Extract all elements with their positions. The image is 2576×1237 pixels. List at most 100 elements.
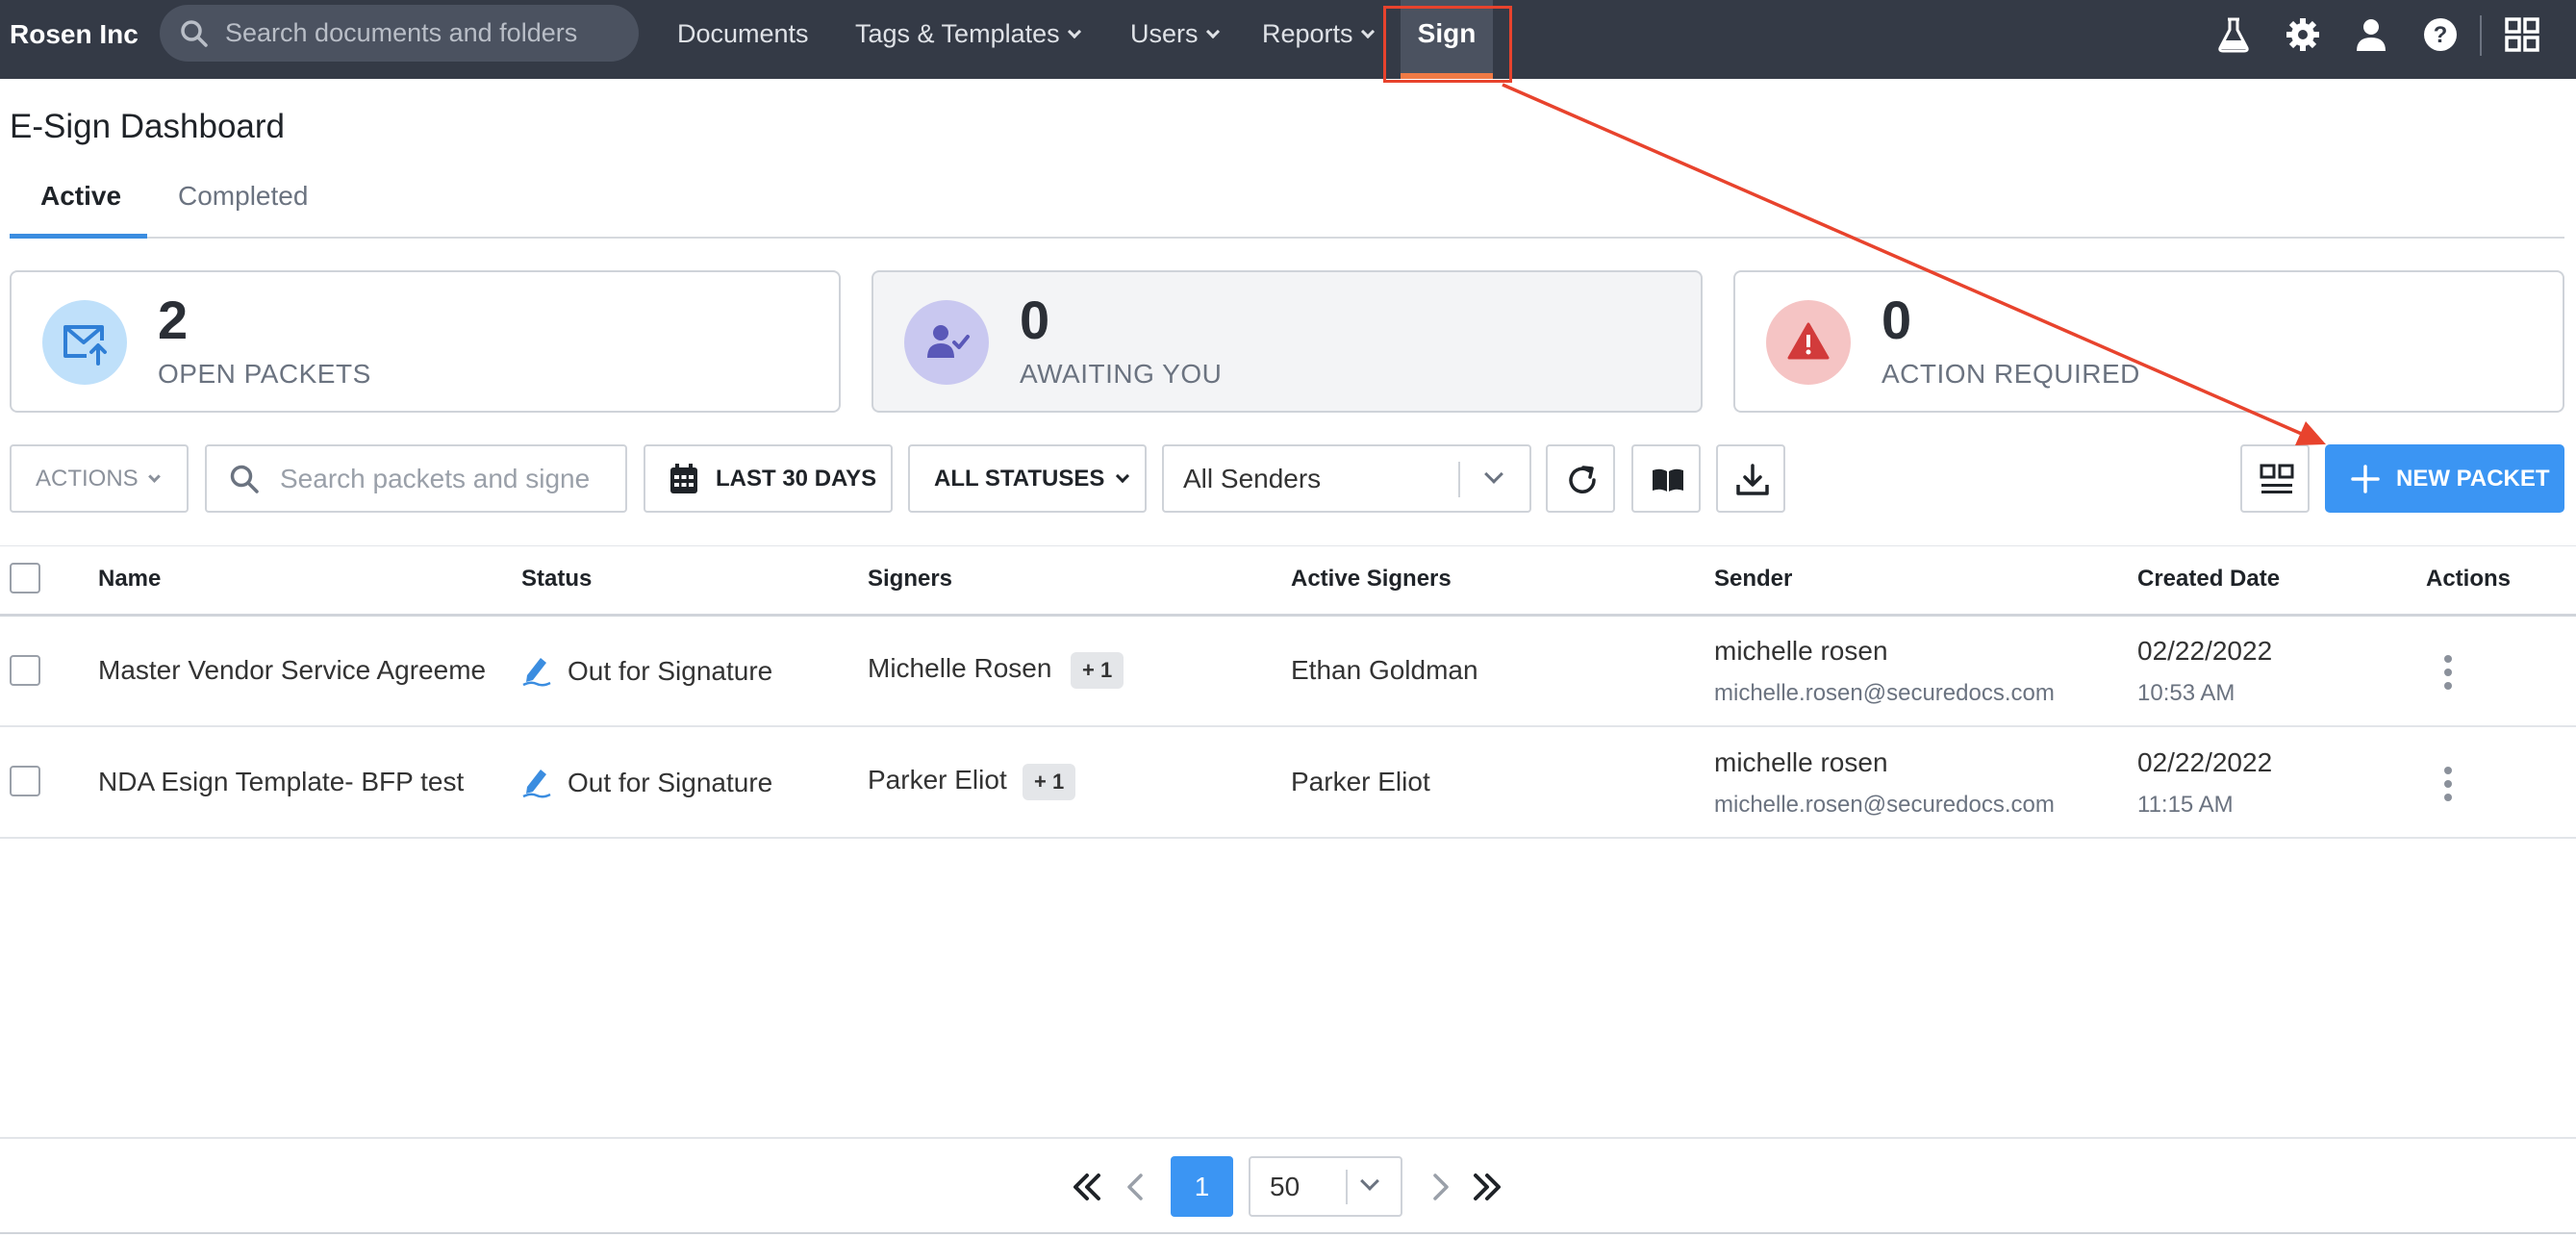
nav-divider [2480, 15, 2482, 56]
tab-active-indicator [10, 234, 147, 239]
calendar-icon [670, 464, 697, 493]
tab-completed[interactable]: Completed [178, 181, 308, 212]
row-actions-kebab-icon[interactable] [2444, 767, 2454, 805]
chevron-down-icon [1116, 468, 1130, 484]
new-packet-button[interactable]: NEW PACKET [2325, 444, 2564, 513]
extra-signers-badge[interactable]: + 1 [1071, 652, 1124, 689]
nav-users[interactable]: Users [1130, 0, 1220, 69]
open-packets-card[interactable]: 2 OPEN PACKETS [10, 270, 841, 413]
chevron-down-icon [147, 470, 161, 483]
active-signer-name: Parker Eliot [1291, 767, 1430, 796]
sender-name: michelle rosen [1714, 636, 1888, 666]
active-signer-name: Ethan Goldman [1291, 655, 1478, 685]
first-page-icon[interactable] [1068, 1168, 1106, 1206]
created-date: 02/22/2022 [2137, 747, 2273, 777]
last-page-icon[interactable] [1468, 1168, 1506, 1206]
help-icon[interactable]: ? [2421, 15, 2460, 54]
select-all-checkbox[interactable] [10, 563, 40, 593]
packet-status: Out for Signature [568, 656, 773, 686]
global-search-placeholder: Search documents and folders [225, 18, 578, 47]
plus-icon [2351, 465, 2380, 493]
awaiting-you-card[interactable]: 0 AWAITING YOU [871, 270, 1703, 413]
packet-name[interactable]: Master Vendor Service Agreeme [98, 655, 486, 686]
page-size-select[interactable]: 50 [1249, 1156, 1402, 1217]
chevron-down-icon [1067, 24, 1081, 39]
row-divider [0, 837, 2576, 839]
next-page-icon[interactable] [1422, 1168, 1460, 1206]
sender-email: michelle.rosen@securedocs.com [1714, 680, 2055, 706]
nav-tags-templates[interactable]: Tags & Templates [855, 0, 1081, 69]
refresh-button[interactable] [1546, 444, 1615, 513]
chevron-down-icon [1360, 1172, 1379, 1191]
action-required-label: ACTION REQUIRED [1881, 359, 2140, 389]
sender-filter-value: All Senders [1183, 464, 1322, 493]
annotation-highlight-box [1383, 6, 1512, 83]
packet-name[interactable]: NDA Esign Template- BFP test [98, 767, 464, 797]
open-packets-count: 2 [158, 290, 189, 350]
action-required-count: 0 [1881, 290, 1912, 350]
tab-active[interactable]: Active [40, 181, 121, 212]
awaiting-you-icon-circle [904, 300, 989, 385]
previous-page-icon[interactable] [1116, 1168, 1154, 1206]
column-header-sender[interactable]: Sender [1714, 566, 1792, 593]
current-page-button[interactable]: 1 [1171, 1156, 1233, 1217]
status-filter-dropdown[interactable]: ALL STATUSES [908, 444, 1147, 513]
packet-status: Out for Signature [568, 768, 773, 797]
sender-name: michelle rosen [1714, 747, 1888, 777]
nav-documents[interactable]: Documents [677, 0, 809, 69]
chevron-down-icon [1484, 465, 1503, 484]
row-checkbox[interactable] [10, 766, 40, 796]
awaiting-you-count: 0 [1020, 290, 1050, 350]
created-time: 11:15 AM [2137, 792, 2234, 818]
column-header-active-signers[interactable]: Active Signers [1291, 566, 1452, 593]
gear-icon[interactable] [2284, 15, 2322, 54]
search-icon [181, 20, 208, 47]
packet-search-box[interactable] [205, 444, 627, 513]
chevron-down-icon [1360, 24, 1375, 39]
nav-reports[interactable]: Reports [1262, 0, 1375, 69]
nav-tags-templates-label: Tags & Templates [855, 19, 1060, 48]
date-range-label: LAST 30 DAYS [716, 466, 877, 492]
brand-name[interactable]: Rosen Inc [10, 0, 139, 69]
column-header-created-date[interactable]: Created Date [2137, 566, 2280, 593]
flask-icon[interactable] [2214, 15, 2253, 54]
view-toggle-button[interactable] [2240, 444, 2310, 513]
column-header-status[interactable]: Status [521, 566, 592, 593]
column-header-name[interactable]: Name [98, 566, 161, 593]
row-actions-kebab-icon[interactable] [2444, 655, 2454, 694]
extra-signers-badge[interactable]: + 1 [1023, 764, 1076, 800]
page-title: E-Sign Dashboard [10, 108, 285, 145]
page-bottom-border [0, 1232, 2576, 1234]
pagination-top-border [0, 1137, 2576, 1139]
actions-dropdown[interactable]: ACTIONS [10, 444, 189, 513]
warning-icon [1787, 322, 1830, 360]
date-range-button[interactable]: LAST 30 DAYS [644, 444, 893, 513]
download-button[interactable] [1716, 444, 1785, 513]
guide-button[interactable] [1631, 444, 1701, 513]
svg-text:?: ? [2434, 22, 2448, 48]
user-check-icon [927, 325, 970, 358]
download-icon [1736, 464, 1769, 495]
chevron-down-icon [1205, 24, 1220, 39]
card-view-icon [2260, 464, 2294, 493]
nav-users-label: Users [1130, 19, 1199, 48]
row-checkbox[interactable] [10, 655, 40, 686]
column-header-signers[interactable]: Signers [868, 566, 952, 593]
actions-dropdown-label: ACTIONS [36, 466, 139, 492]
global-search-input[interactable]: Search documents and folders [160, 5, 639, 62]
status-filter-label: ALL STATUSES [934, 466, 1105, 492]
created-date: 02/22/2022 [2137, 636, 2273, 666]
select-separator [1458, 462, 1460, 497]
open-packets-label: OPEN PACKETS [158, 359, 371, 389]
select-separator [1346, 1170, 1348, 1204]
book-open-icon [1653, 468, 1683, 492]
signer-name: Michelle Rosen [868, 653, 1052, 683]
sender-filter-select[interactable]: All Senders [1162, 444, 1531, 513]
table-top-border [0, 545, 2576, 546]
apps-grid-icon[interactable] [2503, 15, 2541, 54]
action-required-card[interactable]: 0 ACTION REQUIRED [1733, 270, 2564, 413]
packet-search-input[interactable] [278, 456, 615, 501]
user-icon[interactable] [2352, 15, 2390, 54]
new-packet-label: NEW PACKET [2396, 466, 2550, 492]
nav-reports-label: Reports [1262, 19, 1353, 48]
